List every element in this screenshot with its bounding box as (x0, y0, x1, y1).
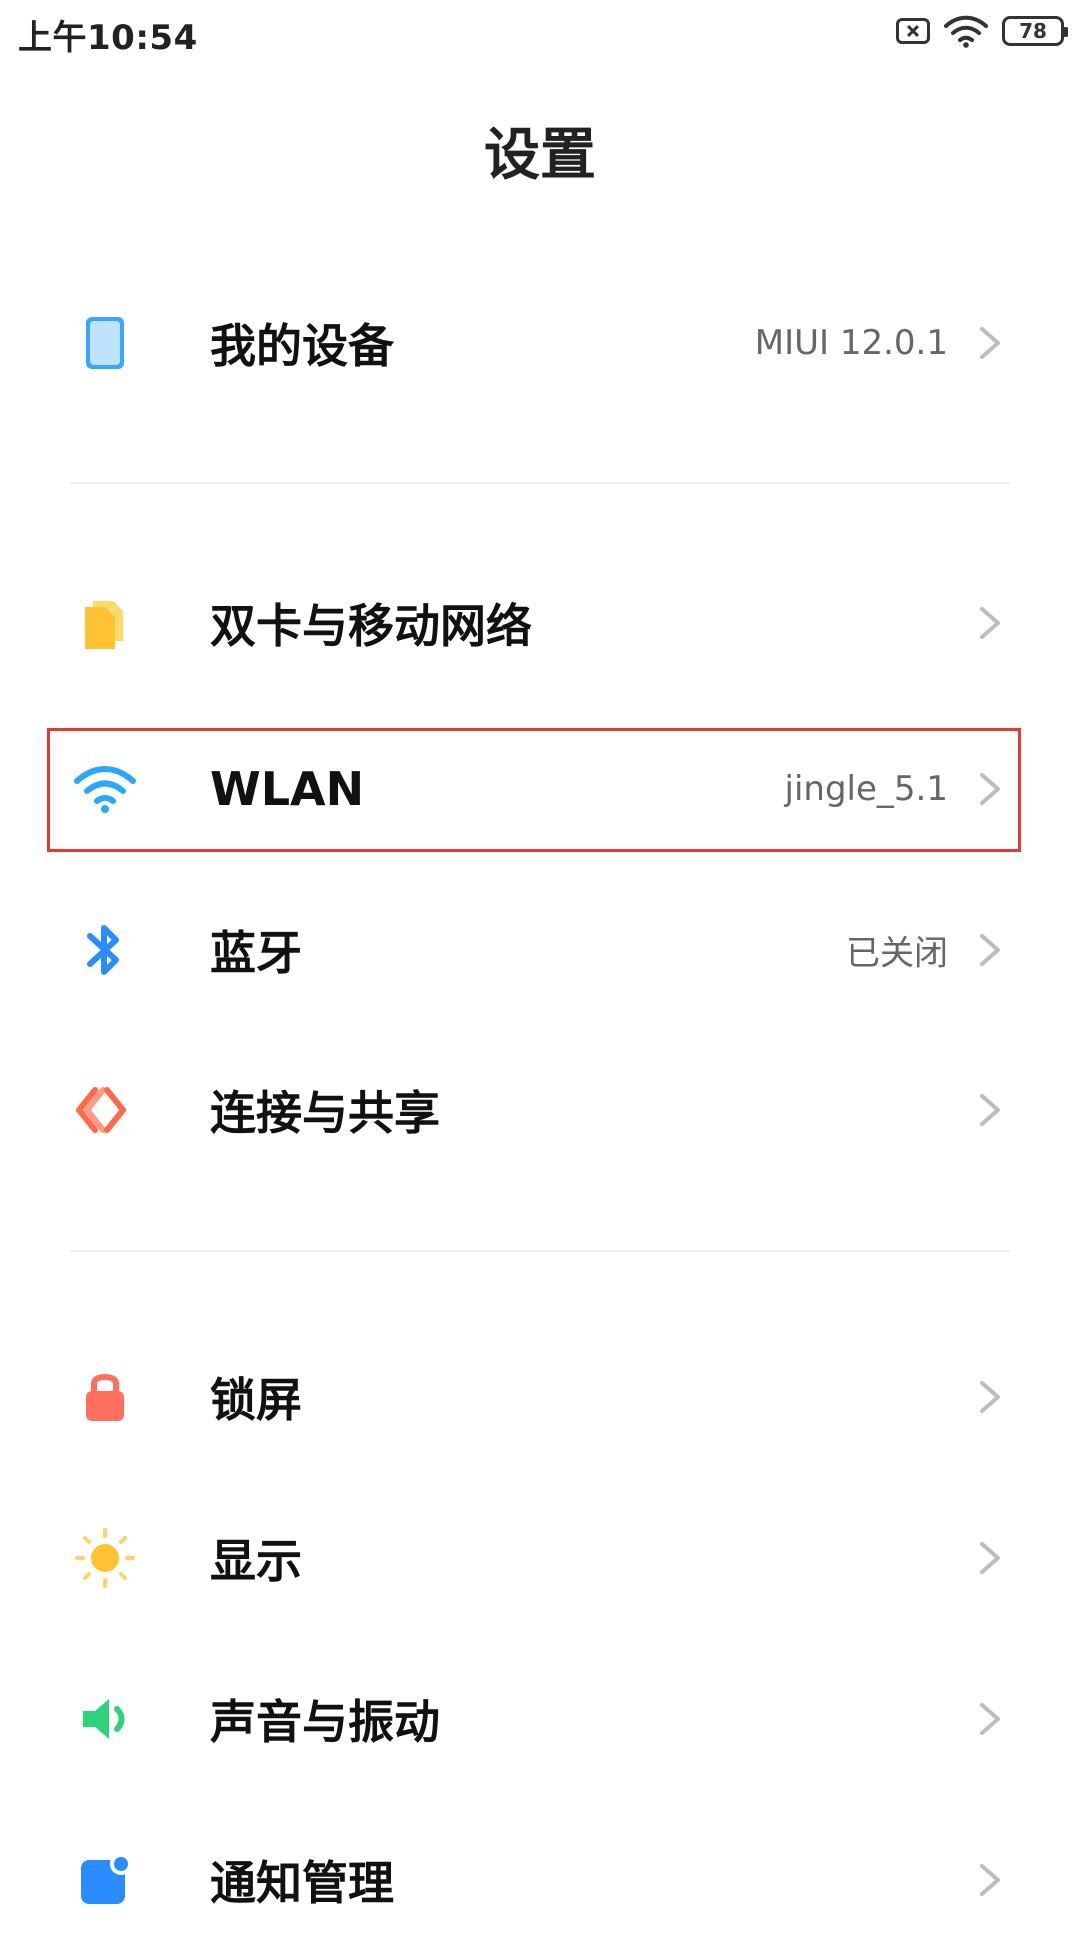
wifi-icon (944, 15, 988, 48)
battery-level: 78 (1019, 19, 1047, 43)
sun-icon (70, 1523, 140, 1593)
sim-cards-icon (70, 588, 140, 658)
settings-item-value: 已关闭 (846, 933, 948, 974)
status-time: 上午10:54 (18, 18, 198, 58)
settings-item-lock-screen[interactable]: 锁屏 (70, 1332, 1010, 1462)
battery-icon: 78 (1002, 16, 1068, 46)
selection-highlight (47, 728, 1021, 852)
chevron-right-icon (980, 327, 1000, 359)
settings-item-label: 连接与共享 (210, 1086, 440, 1140)
divider (70, 482, 1010, 484)
bluetooth-icon (70, 915, 140, 985)
settings-item-label: 蓝牙 (210, 926, 302, 980)
settings-item-label: 声音与振动 (210, 1695, 440, 1749)
chevron-right-icon (980, 1864, 1000, 1896)
settings-item-display[interactable]: 显示 (70, 1493, 1010, 1623)
settings-item-dual-sim[interactable]: 双卡与移动网络 (70, 558, 1010, 688)
chevron-right-icon (980, 1703, 1000, 1735)
settings-item-label: 显示 (210, 1534, 302, 1588)
notification-icon (70, 1845, 140, 1915)
divider (70, 1250, 1010, 1252)
share-icon (70, 1075, 140, 1145)
chevron-right-icon (980, 934, 1000, 966)
settings-item-my-device[interactable]: 我的设备 MIUI 12.0.1 (70, 278, 1010, 408)
settings-item-label: 锁屏 (210, 1373, 302, 1427)
chevron-right-icon (980, 1094, 1000, 1126)
speaker-icon (70, 1684, 140, 1754)
status-bar: 上午10:54 78 (0, 0, 1080, 70)
chevron-right-icon (980, 607, 1000, 639)
chevron-right-icon (980, 1381, 1000, 1413)
device-icon (70, 308, 140, 378)
settings-item-connection-sharing[interactable]: 连接与共享 (70, 1045, 1010, 1175)
settings-item-value: MIUI 12.0.1 (754, 323, 948, 363)
settings-item-label: 双卡与移动网络 (210, 599, 532, 653)
settings-item-sound-vibration[interactable]: 声音与振动 (70, 1654, 1010, 1784)
status-icons: 78 (896, 14, 1068, 48)
settings-item-bluetooth[interactable]: 蓝牙 已关闭 (70, 885, 1010, 1015)
settings-item-notifications[interactable]: 通知管理 (70, 1815, 1010, 1945)
settings-item-label: 通知管理 (210, 1856, 394, 1910)
chevron-right-icon (980, 1542, 1000, 1574)
page-title: 设置 (484, 123, 596, 188)
sim-off-icon (896, 18, 930, 44)
lock-icon (70, 1362, 140, 1432)
settings-item-label: 我的设备 (210, 319, 394, 373)
